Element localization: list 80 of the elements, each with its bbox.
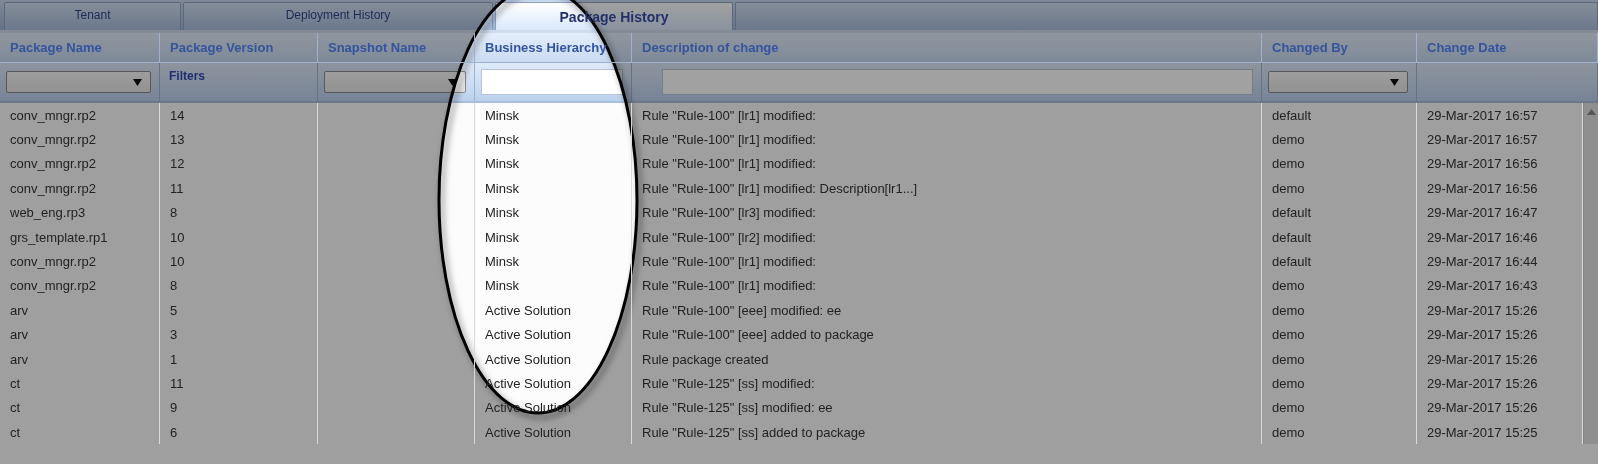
table-cell: demo bbox=[1262, 176, 1417, 201]
table-cell: Active Solution bbox=[475, 346, 632, 372]
filter-field[interactable] bbox=[662, 69, 1253, 95]
table-cell: Active Solution bbox=[475, 322, 632, 347]
table-cell: demo bbox=[1262, 395, 1417, 421]
tab[interactable]: Package History bbox=[495, 2, 733, 30]
table-cell: conv_mngr.rp2 bbox=[0, 127, 160, 152]
table-cell: Minsk bbox=[475, 103, 632, 128]
table-cell: Rule "Rule-100" [lr1] modified: Description[lr1...] bbox=[632, 176, 1262, 201]
table-cell: Minsk bbox=[475, 176, 632, 201]
table-cell: conv_mngr.rp2 bbox=[0, 151, 160, 177]
table-cell: web_eng.rp3 bbox=[0, 200, 160, 225]
scrollbar[interactable] bbox=[1583, 103, 1598, 445]
table-cell: 14 bbox=[160, 103, 318, 128]
table-cell: 11 bbox=[160, 176, 318, 201]
table-cell: 1 bbox=[160, 346, 318, 372]
filter-field[interactable] bbox=[481, 69, 623, 95]
table-cell: default bbox=[1262, 103, 1417, 128]
table-cell: arv bbox=[0, 346, 160, 372]
table-cell: demo bbox=[1262, 420, 1417, 445]
caret-icon bbox=[448, 78, 457, 86]
table-cell: Minsk bbox=[475, 151, 632, 177]
table-cell: conv_mngr.rp2 bbox=[0, 249, 160, 274]
table-cell: demo bbox=[1262, 322, 1417, 347]
table-cell: Rule "Rule-100" [lr3] modified: bbox=[632, 200, 1262, 225]
caret-icon bbox=[133, 78, 142, 86]
table-cell: 9 bbox=[160, 395, 318, 421]
table-cell: 5 bbox=[160, 298, 318, 323]
table-cell: Minsk bbox=[475, 200, 632, 225]
table-cell: conv_mngr.rp2 bbox=[0, 103, 160, 128]
table-cell: Rule "Rule-100" [lr1] modified: bbox=[632, 249, 1262, 274]
table-cell: Rule package created bbox=[632, 346, 1262, 372]
table-cell: conv_mngr.rp2 bbox=[0, 176, 160, 201]
tab[interactable]: Deployment History bbox=[183, 2, 493, 30]
table-cell: demo bbox=[1262, 346, 1417, 372]
table-cell: Rule "Rule-100" [lr1] modified: bbox=[632, 103, 1262, 128]
scroll-up-icon[interactable] bbox=[1586, 109, 1596, 115]
table-cell: 6 bbox=[160, 420, 318, 445]
table-cell: arv bbox=[0, 322, 160, 347]
table-cell: Rule "Rule-100" [lr1] modified: bbox=[632, 273, 1262, 299]
table-cell: arv bbox=[0, 298, 160, 323]
table-cell: Rule "Rule-100" [eee] added to package bbox=[632, 322, 1262, 347]
table-cell: Rule "Rule-100" [eee] modified: ee bbox=[632, 298, 1262, 323]
table-cell: Active Solution bbox=[475, 298, 632, 323]
table-cell: Rule "Rule-125" [ss] added to package bbox=[632, 420, 1262, 445]
table-cell: demo bbox=[1262, 298, 1417, 323]
filter-dropdown[interactable] bbox=[324, 71, 466, 93]
table-cell: Rule "Rule-100" [lr1] modified: bbox=[632, 151, 1262, 177]
table-cell: 11 bbox=[160, 371, 318, 396]
table-cell: ct bbox=[0, 371, 160, 396]
table-cell: Rule "Rule-125" [ss] modified: bbox=[632, 371, 1262, 396]
table-cell: Rule "Rule-100" [lr1] modified: bbox=[632, 127, 1262, 152]
table-cell: default bbox=[1262, 249, 1417, 274]
table-cell: 12 bbox=[160, 151, 318, 177]
table-cell: ct bbox=[0, 395, 160, 421]
table-cell: demo bbox=[1262, 151, 1417, 177]
table-cell: conv_mngr.rp2 bbox=[0, 273, 160, 299]
table-cell: default bbox=[1262, 200, 1417, 225]
table-cell: 13 bbox=[160, 127, 318, 152]
table-cell: demo bbox=[1262, 127, 1417, 152]
table-cell: default bbox=[1262, 224, 1417, 250]
table-cell: Active Solution bbox=[475, 420, 632, 445]
table-cell: Rule "Rule-100" [lr2] modified: bbox=[632, 224, 1262, 250]
table-cell: 10 bbox=[160, 249, 318, 274]
table-cell: grs_template.rp1 bbox=[0, 224, 160, 250]
table-cell: 8 bbox=[160, 200, 318, 225]
table-cell: Minsk bbox=[475, 249, 632, 274]
table-cell: 3 bbox=[160, 322, 318, 347]
table-cell: demo bbox=[1262, 371, 1417, 396]
filter-label: Filters bbox=[168, 69, 205, 83]
table-cell: Rule "Rule-125" [ss] modified: ee bbox=[632, 395, 1262, 421]
table-cell: Minsk bbox=[475, 224, 632, 250]
table-cell: demo bbox=[1262, 273, 1417, 299]
table-cell: Minsk bbox=[475, 273, 632, 299]
tab[interactable]: Tenant bbox=[4, 2, 181, 30]
table-cell: 8 bbox=[160, 273, 318, 299]
table-cell: 10 bbox=[160, 224, 318, 250]
table-cell: Minsk bbox=[475, 127, 632, 152]
caret-icon bbox=[1390, 78, 1399, 86]
table-cell: ct bbox=[0, 420, 160, 445]
